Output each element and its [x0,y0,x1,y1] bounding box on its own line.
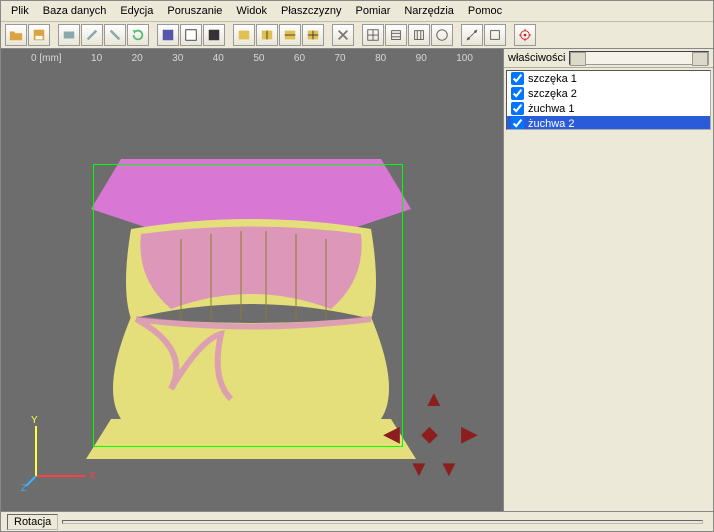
svg-text:Y: Y [31,415,38,426]
arrow-right-icon[interactable]: ▶ [461,421,478,447]
side-panel: właściwości szczęka 1 szczęka 2 żuchwa 1 [503,49,713,511]
layer-label: żuchwa 2 [528,118,574,130]
layer-item-szczeka-2[interactable]: szczęka 2 [507,86,710,101]
upper-base [91,159,411,229]
grid1-icon[interactable] [362,24,384,46]
ruler-tick: 0 [mm] [31,53,62,64]
ruler-tick: 70 [334,53,345,64]
plane3-icon[interactable] [104,24,126,46]
layer-item-zuchwa-1[interactable]: żuchwa 1 [507,101,710,116]
layer-item-szczeka-1[interactable]: szczęka 1 [507,71,710,86]
layer-checkbox[interactable] [511,117,524,130]
svg-text:Z: Z [21,483,27,491]
selection-box [93,164,403,447]
grid4-icon[interactable] [431,24,453,46]
menu-item-poruszanie[interactable]: Poruszanie [161,3,228,19]
box3-icon[interactable] [279,24,301,46]
arrow-left-icon[interactable]: ◀ [383,421,400,447]
menu-item-pomiar[interactable]: Pomiar [350,3,397,19]
arrow-up-icon[interactable]: ▲ [423,386,445,412]
menu-item-plik[interactable]: Plik [5,3,35,19]
axis-gizmo: X Y Z [21,411,101,491]
toolbar [1,22,713,49]
lower-teeth-overlay [136,319,371,399]
upper-teeth-overlay [140,227,361,310]
plane2-icon[interactable] [81,24,103,46]
ruler-tick: 60 [294,53,305,64]
ruler-tick: 20 [132,53,143,64]
grid2-icon[interactable] [385,24,407,46]
statusbar: Rotacja [1,511,713,531]
ruler-tick: 30 [172,53,183,64]
nav-arrows: ▲ ◀ ◆ ▶ ▼ ▼ [383,386,483,486]
box1-icon[interactable] [233,24,255,46]
status-mode: Rotacja [7,514,58,530]
layer-label: szczęka 1 [528,73,577,85]
measure1-icon[interactable] [461,24,483,46]
arrow-downleft-icon[interactable]: ▼ [408,456,430,482]
open-icon[interactable] [5,24,27,46]
ruler-tick: 100 [456,53,473,64]
panel-header: właściwości [504,49,713,68]
panel-scrollbar[interactable] [569,51,709,65]
lower-teeth [113,317,389,419]
box4-icon[interactable] [302,24,324,46]
teeth-lines [181,231,326,319]
lower-base [86,419,416,459]
menu-item-baza-danych[interactable]: Baza danych [37,3,113,19]
ruler-tick: 40 [213,53,224,64]
grid3-icon[interactable] [408,24,430,46]
menu-item-narzedzia[interactable]: Narzędzia [398,3,460,19]
menubar: Plik Baza danych Edycja Poruszanie Widok… [1,1,713,22]
menu-item-plaszczyzny[interactable]: Płaszczyzny [275,3,348,19]
measure2-icon[interactable] [484,24,506,46]
ruler-tick: 80 [375,53,386,64]
arrow-center-icon[interactable]: ◆ [421,421,438,447]
menu-item-pomoc[interactable]: Pomoc [462,3,508,19]
upper-teeth [126,219,376,319]
content: 0 [mm] 10 20 30 40 50 60 70 80 90 100 [1,49,713,511]
panel-body [506,132,711,509]
view3-icon[interactable] [203,24,225,46]
layer-label: żuchwa 1 [528,103,574,115]
layer-item-zuchwa-2[interactable]: żuchwa 2 [507,116,710,130]
rotate-icon[interactable] [127,24,149,46]
ruler-tick: 90 [416,53,427,64]
layer-label: szczęka 2 [528,88,577,100]
panel-header-label: właściwości [508,52,565,64]
status-cell-2 [62,520,703,524]
save-icon[interactable] [28,24,50,46]
plane1-icon[interactable] [58,24,80,46]
menu-item-widok[interactable]: Widok [230,3,273,19]
menu-item-edycja[interactable]: Edycja [114,3,159,19]
arrow-downright-icon[interactable]: ▼ [438,456,460,482]
layer-checkbox[interactable] [511,102,524,115]
viewport-3d[interactable]: 0 [mm] 10 20 30 40 50 60 70 80 90 100 [1,49,503,511]
svg-text:X: X [89,471,96,482]
box2-icon[interactable] [256,24,278,46]
layer-checkbox[interactable] [511,72,524,85]
view1-icon[interactable] [157,24,179,46]
layer-list: szczęka 1 szczęka 2 żuchwa 1 żuchwa 2 [506,70,711,130]
ruler-tick: 50 [253,53,264,64]
layer-checkbox[interactable] [511,87,524,100]
dental-model [71,139,431,459]
view2-icon[interactable] [180,24,202,46]
ruler-tick: 10 [91,53,102,64]
target-icon[interactable] [514,24,536,46]
ruler: 0 [mm] 10 20 30 40 50 60 70 80 90 100 [1,53,503,64]
tool1-icon[interactable] [332,24,354,46]
